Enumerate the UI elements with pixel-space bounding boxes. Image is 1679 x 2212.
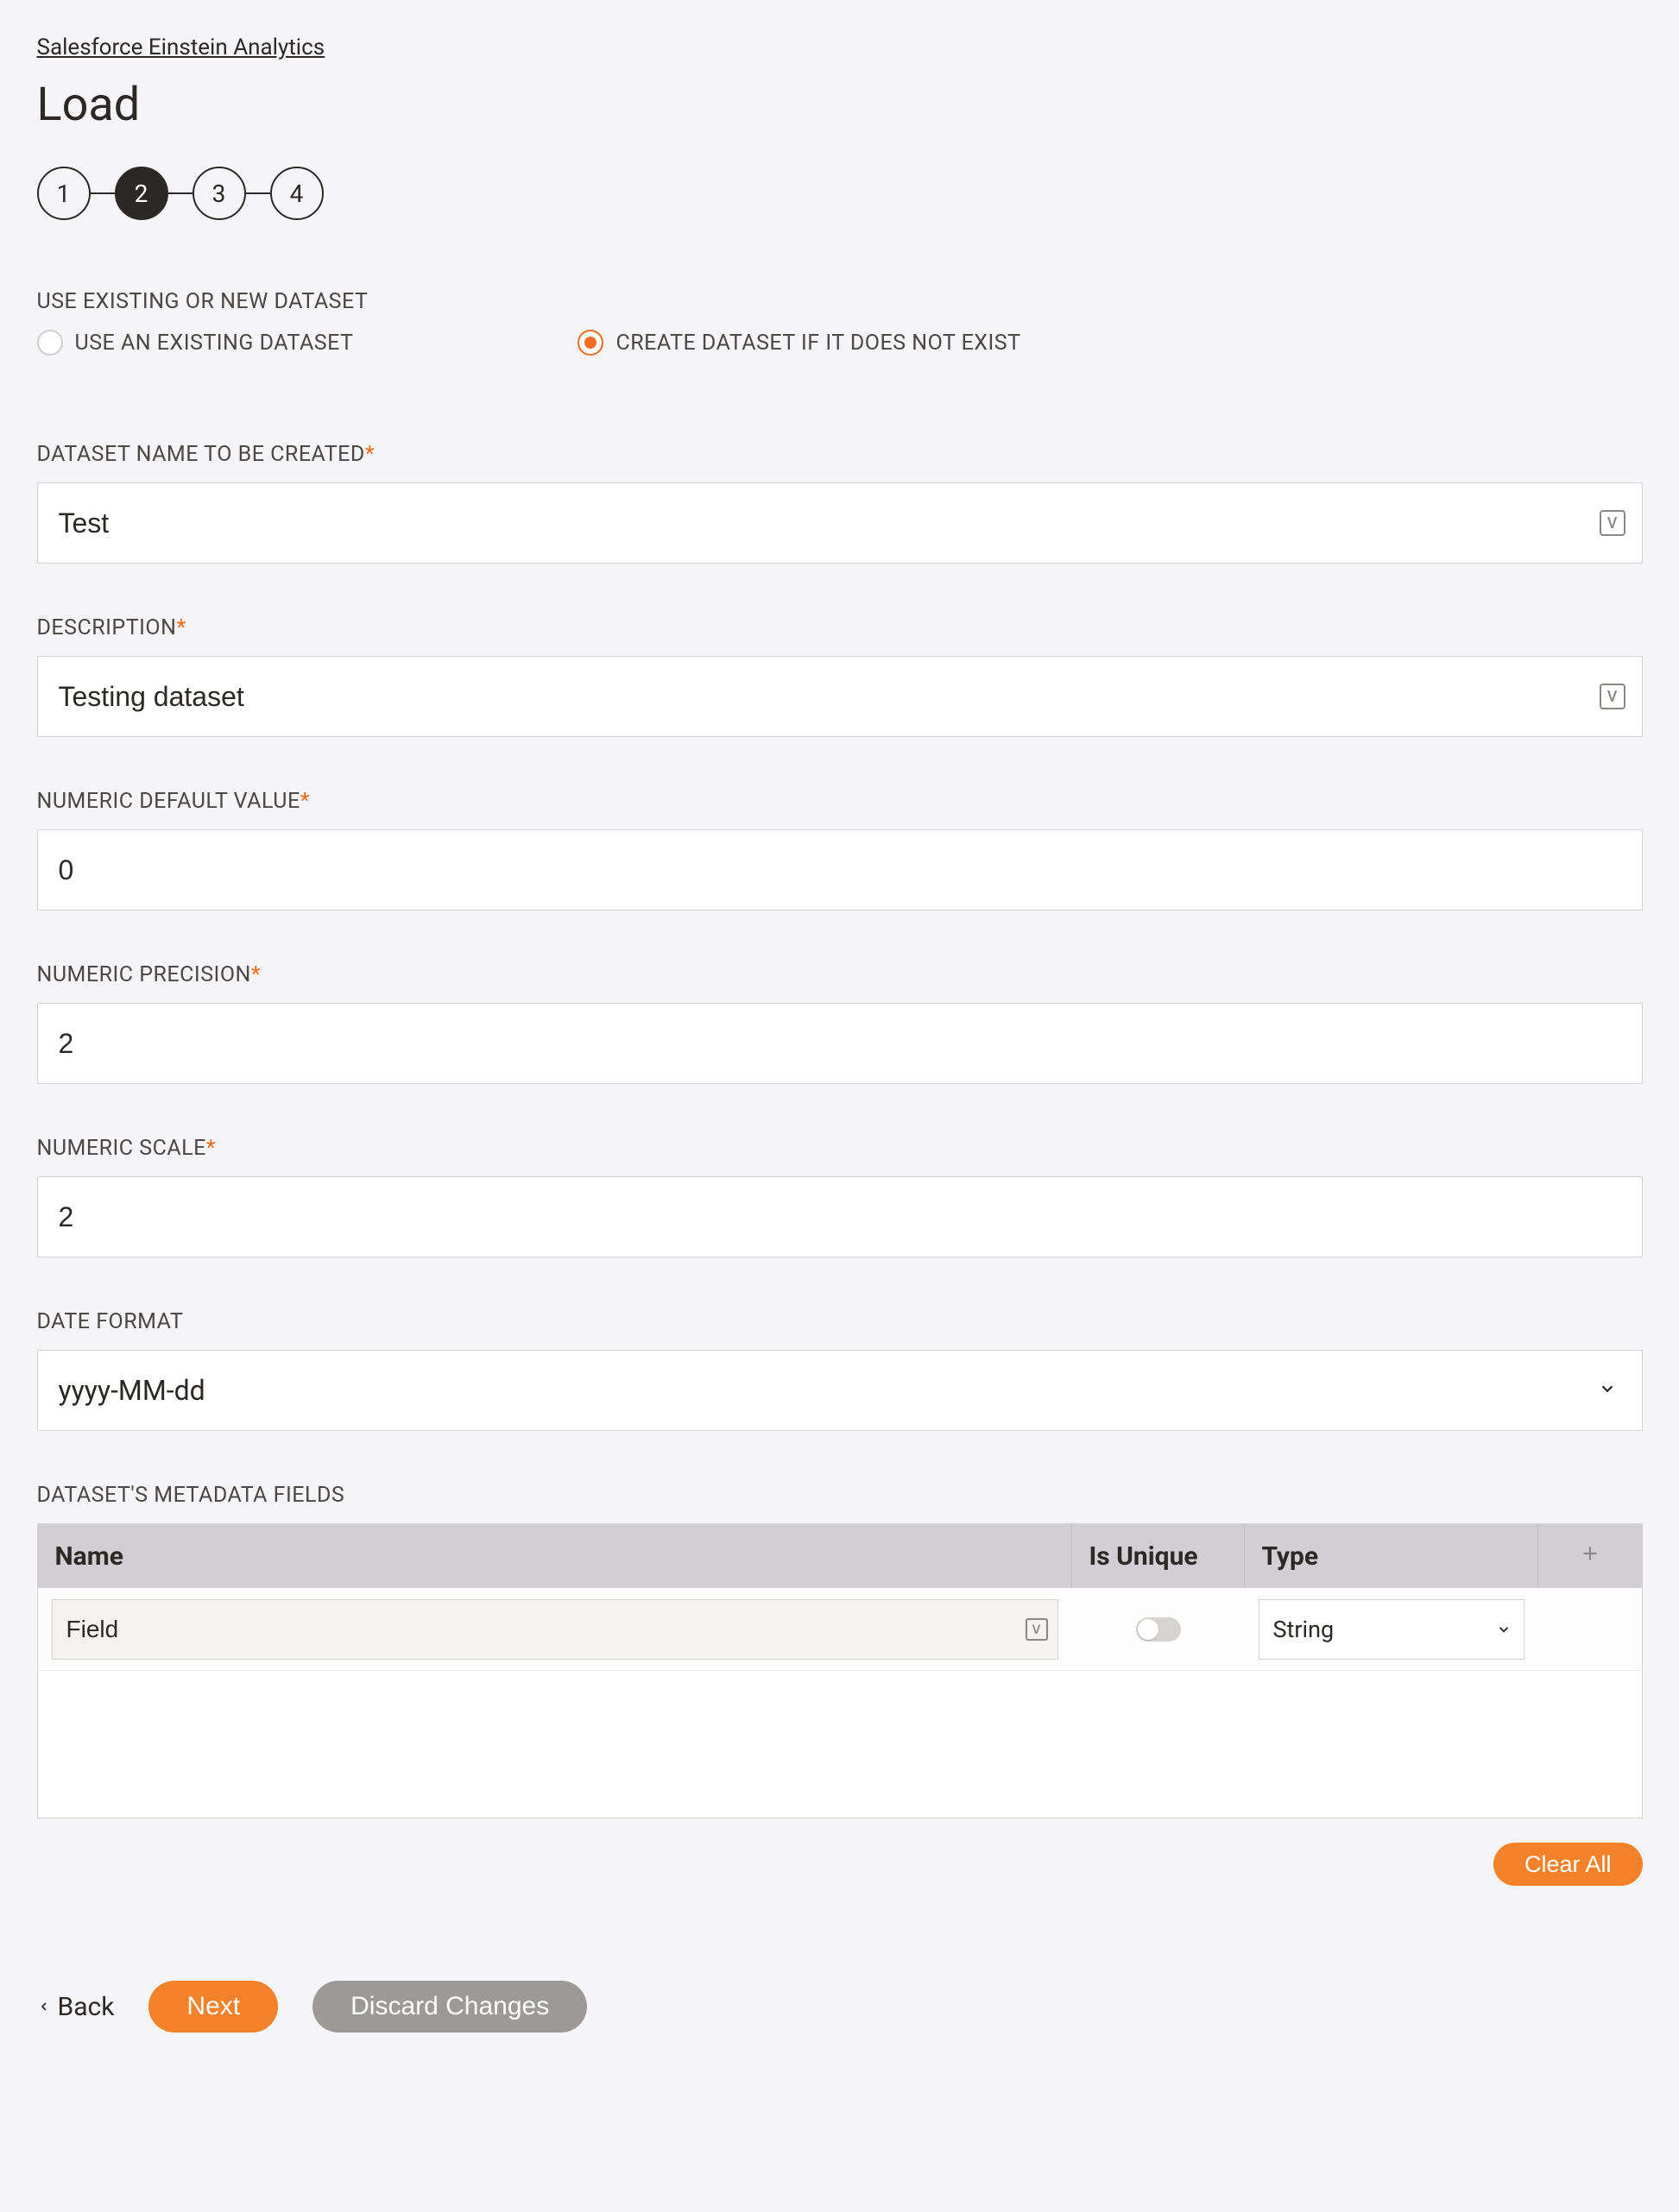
numeric-precision-label: NUMERIC PRECISION* bbox=[37, 962, 1643, 987]
description-input[interactable] bbox=[37, 656, 1643, 737]
numeric-precision-input[interactable] bbox=[37, 1003, 1643, 1084]
step-1[interactable]: 1 bbox=[37, 167, 91, 220]
plus-icon bbox=[1579, 1541, 1601, 1572]
radio-label-create: CREATE DATASET IF IT DOES NOT EXIST bbox=[615, 331, 1020, 356]
variable-icon[interactable]: V bbox=[1026, 1618, 1048, 1641]
next-button[interactable]: Next bbox=[148, 1981, 278, 2032]
step-2[interactable]: 2 bbox=[115, 167, 168, 220]
add-row-button[interactable] bbox=[1538, 1524, 1642, 1588]
numeric-default-label: NUMERIC DEFAULT VALUE* bbox=[37, 789, 1643, 814]
metadata-table: Name Is Unique Type V bbox=[37, 1523, 1643, 1818]
clear-all-button[interactable]: Clear All bbox=[1493, 1843, 1643, 1886]
date-format-select[interactable]: yyyy-MM-dd bbox=[37, 1350, 1643, 1431]
step-3[interactable]: 3 bbox=[193, 167, 246, 220]
page-title: Load bbox=[37, 78, 1643, 132]
step-connector bbox=[168, 192, 193, 194]
row-type-select[interactable]: String bbox=[1259, 1599, 1524, 1660]
dataset-mode-label: USE EXISTING OR NEW DATASET bbox=[37, 289, 1643, 314]
date-format-label: DATE FORMAT bbox=[37, 1309, 1643, 1334]
chevron-left-icon bbox=[37, 2000, 51, 2013]
is-unique-toggle[interactable] bbox=[1136, 1617, 1181, 1642]
step-connector bbox=[91, 192, 115, 194]
chevron-down-icon bbox=[1496, 1616, 1512, 1643]
radio-icon bbox=[37, 330, 63, 356]
step-connector bbox=[246, 192, 270, 194]
col-name: Name bbox=[38, 1524, 1072, 1588]
breadcrumb-link[interactable]: Salesforce Einstein Analytics bbox=[37, 35, 1643, 60]
step-4[interactable]: 4 bbox=[270, 167, 324, 220]
col-is-unique: Is Unique bbox=[1072, 1524, 1245, 1588]
variable-icon[interactable]: V bbox=[1600, 684, 1625, 709]
numeric-scale-input[interactable] bbox=[37, 1176, 1643, 1257]
step-indicator: 1 2 3 4 bbox=[37, 167, 1643, 220]
variable-icon[interactable]: V bbox=[1600, 510, 1625, 536]
toggle-knob bbox=[1138, 1619, 1158, 1640]
discard-changes-button[interactable]: Discard Changes bbox=[312, 1981, 587, 2032]
radio-icon bbox=[578, 330, 603, 356]
dataset-name-input[interactable] bbox=[37, 482, 1643, 564]
radio-label-existing: USE AN EXISTING DATASET bbox=[75, 331, 354, 356]
dataset-name-label: DATASET NAME TO BE CREATED* bbox=[37, 442, 1643, 467]
table-empty-area bbox=[38, 1671, 1642, 1818]
row-name-input[interactable] bbox=[52, 1599, 1058, 1660]
col-type: Type bbox=[1245, 1524, 1538, 1588]
numeric-default-input[interactable] bbox=[37, 829, 1643, 911]
back-button[interactable]: Back bbox=[37, 1992, 115, 2022]
metadata-fields-label: DATASET'S METADATA FIELDS bbox=[37, 1483, 1643, 1508]
table-row: V String bbox=[38, 1588, 1642, 1671]
radio-create-dataset[interactable]: CREATE DATASET IF IT DOES NOT EXIST bbox=[578, 330, 1020, 356]
description-label: DESCRIPTION* bbox=[37, 615, 1643, 640]
numeric-scale-label: NUMERIC SCALE* bbox=[37, 1136, 1643, 1161]
radio-use-existing[interactable]: USE AN EXISTING DATASET bbox=[37, 330, 354, 356]
